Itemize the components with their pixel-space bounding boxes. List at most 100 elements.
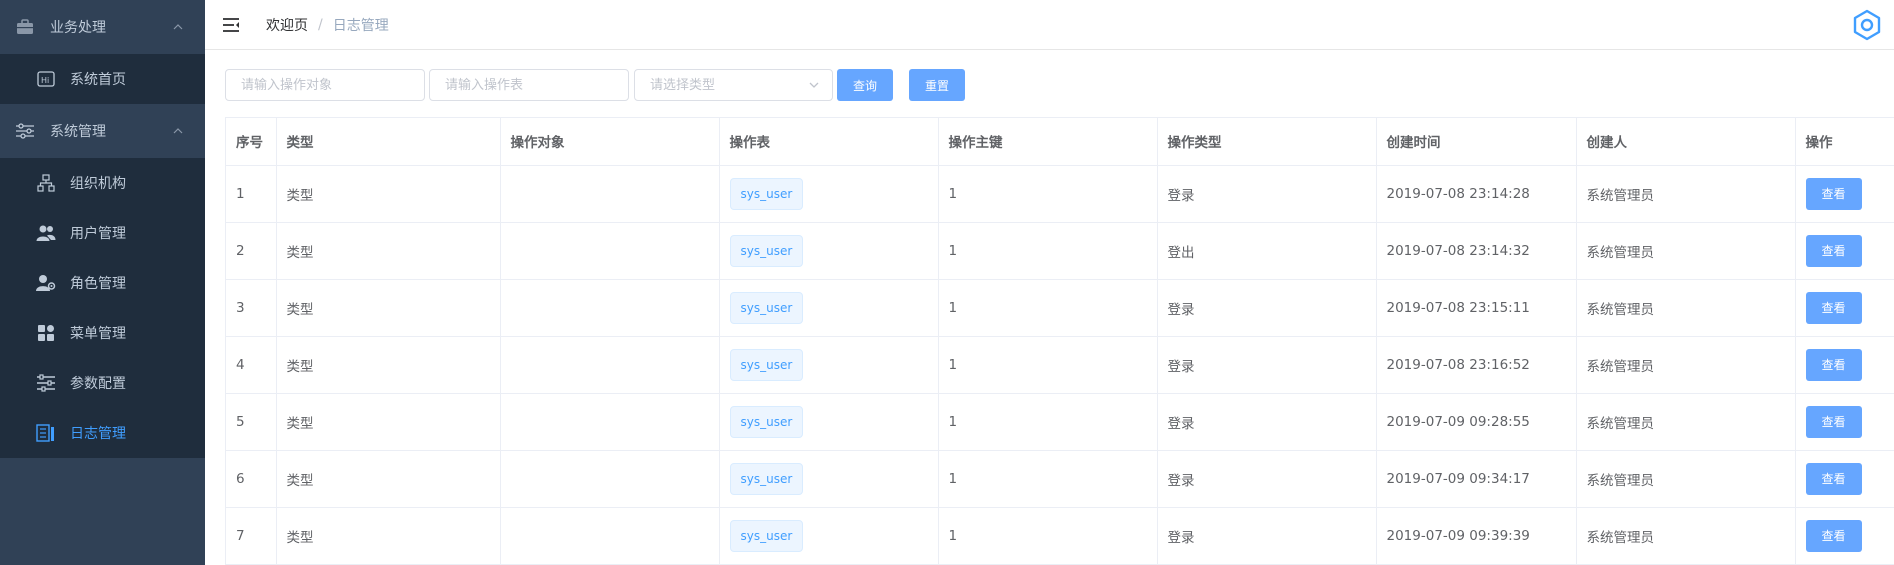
cell-op-type: 登录	[1157, 507, 1377, 565]
table-row: 7 类型 sys_user 1 登录 2019-07-09 09:39:39 系…	[226, 507, 1894, 565]
cell-index: 2	[226, 222, 277, 280]
column-header: 序号	[226, 118, 277, 166]
cell-index: 1	[226, 165, 277, 223]
column-header: 创建人	[1576, 118, 1796, 166]
table-tag: sys_user	[729, 177, 804, 210]
view-button[interactable]: 查看	[1805, 234, 1862, 267]
cell-key: 1	[938, 279, 1158, 337]
cell-object	[500, 507, 720, 565]
hamburger-icon[interactable]	[220, 14, 242, 36]
cell-op-type: 登录	[1157, 393, 1377, 451]
sidebar-item-label: 参数配置	[70, 376, 126, 392]
cell-created-time: 2019-07-08 23:14:28	[1376, 165, 1577, 223]
view-button[interactable]: 查看	[1805, 405, 1862, 438]
cell-op-type: 登录	[1157, 336, 1377, 394]
cell-type: 类型	[276, 165, 501, 223]
table-row: 6 类型 sys_user 1 登录 2019-07-09 09:34:17 系…	[226, 450, 1894, 508]
menu-group-system[interactable]: 系统管理	[0, 104, 205, 158]
cell-object	[500, 222, 720, 280]
log-icon	[36, 423, 56, 443]
cell-op-type: 登录	[1157, 279, 1377, 337]
cell-type: 类型	[276, 450, 501, 508]
view-button[interactable]: 查看	[1805, 291, 1862, 324]
cell-table: sys_user	[719, 393, 939, 451]
cell-table: sys_user	[719, 450, 939, 508]
sidebar-item-org[interactable]: 组织机构	[0, 158, 205, 208]
reset-button[interactable]: 重置	[909, 69, 965, 101]
table-row: 4 类型 sys_user 1 登录 2019-07-08 23:16:52 系…	[226, 336, 1894, 394]
user-gear-icon	[36, 273, 56, 293]
sidebar-item-label: 角色管理	[70, 276, 126, 292]
operation-object-input[interactable]	[225, 69, 425, 101]
menu-group-label: 系统管理	[50, 124, 106, 140]
view-button[interactable]: 查看	[1805, 519, 1862, 552]
cell-key: 1	[938, 393, 1158, 451]
cell-key: 1	[938, 222, 1158, 280]
table-tag: sys_user	[729, 405, 804, 438]
table-tag: sys_user	[729, 291, 804, 324]
sidebar-item-params[interactable]: 参数配置	[0, 358, 205, 408]
table-tag: sys_user	[729, 234, 804, 267]
cell-action: 查看	[1795, 393, 1894, 451]
cell-action: 查看	[1795, 165, 1894, 223]
sidebar-item-label: 日志管理	[70, 426, 126, 442]
cell-object	[500, 165, 720, 223]
cell-object	[500, 279, 720, 337]
sidebar-item-home[interactable]: Hi 系统首页	[0, 54, 205, 104]
svg-text:Hi: Hi	[41, 76, 49, 85]
chevron-up-icon	[173, 128, 183, 134]
cell-op-type: 登出	[1157, 222, 1377, 280]
view-button[interactable]: 查看	[1805, 348, 1862, 381]
submenu-business: Hi 系统首页	[0, 54, 205, 104]
type-select-input[interactable]	[634, 69, 833, 101]
view-button[interactable]: 查看	[1805, 177, 1862, 210]
table-tag: sys_user	[729, 519, 804, 552]
type-select[interactable]	[634, 69, 833, 101]
cell-creator: 系统管理员	[1576, 450, 1796, 508]
view-button[interactable]: 查看	[1805, 462, 1862, 495]
table-tag: sys_user	[729, 462, 804, 495]
cell-creator: 系统管理员	[1576, 336, 1796, 394]
sidebar-item-label: 系统首页	[70, 72, 126, 88]
chevron-up-icon	[173, 24, 183, 30]
briefcase-icon	[14, 16, 36, 38]
breadcrumb: 欢迎页 / 日志管理	[266, 15, 389, 35]
sidebar-item-logs[interactable]: 日志管理	[0, 408, 205, 458]
sliders-icon	[14, 120, 36, 142]
cell-table: sys_user	[719, 336, 939, 394]
cell-created-time: 2019-07-08 23:15:11	[1376, 279, 1577, 337]
cell-object	[500, 450, 720, 508]
cell-creator: 系统管理员	[1576, 507, 1796, 565]
cell-index: 3	[226, 279, 277, 337]
menu-group-business[interactable]: 业务处理	[0, 0, 205, 54]
cell-action: 查看	[1795, 279, 1894, 337]
cell-key: 1	[938, 507, 1158, 565]
gear-icon[interactable]	[1850, 8, 1884, 42]
cell-creator: 系统管理员	[1576, 165, 1796, 223]
cell-action: 查看	[1795, 507, 1894, 565]
operation-table-input[interactable]	[429, 69, 629, 101]
org-tree-icon	[36, 173, 56, 193]
cell-table: sys_user	[719, 165, 939, 223]
sidebar-item-users[interactable]: 用户管理	[0, 208, 205, 258]
cell-op-type: 登录	[1157, 165, 1377, 223]
cell-type: 类型	[276, 279, 501, 337]
cell-created-time: 2019-07-09 09:34:17	[1376, 450, 1577, 508]
submenu-system: 组织机构 用户管理 角色管理 菜单管理 参数配置 日志管理	[0, 158, 205, 458]
table-row: 1 类型 sys_user 1 登录 2019-07-08 23:14:28 系…	[226, 165, 1894, 223]
cell-key: 1	[938, 165, 1158, 223]
sidebar-item-roles[interactable]: 角色管理	[0, 258, 205, 308]
column-header: 操作类型	[1157, 118, 1377, 166]
table-row: 5 类型 sys_user 1 登录 2019-07-09 09:28:55 系…	[226, 393, 1894, 451]
top-navbar: 欢迎页 / 日志管理	[205, 0, 1894, 50]
query-button[interactable]: 查询	[837, 69, 893, 101]
column-header: 操作主键	[938, 118, 1158, 166]
column-header: 类型	[276, 118, 501, 166]
sidebar: 业务处理 Hi 系统首页 系统管理 组织机构 用户管理 角色管理 菜单管理 参数…	[0, 0, 205, 565]
cell-created-time: 2019-07-08 23:14:32	[1376, 222, 1577, 280]
column-header: 操作	[1795, 118, 1894, 166]
sidebar-item-menus[interactable]: 菜单管理	[0, 308, 205, 358]
table-header-row: 序号 类型 操作对象 操作表 操作主键 操作类型 创建时间 创建人 操作	[226, 118, 1894, 166]
breadcrumb-home[interactable]: 欢迎页	[266, 15, 308, 35]
cell-created-time: 2019-07-08 23:16:52	[1376, 336, 1577, 394]
